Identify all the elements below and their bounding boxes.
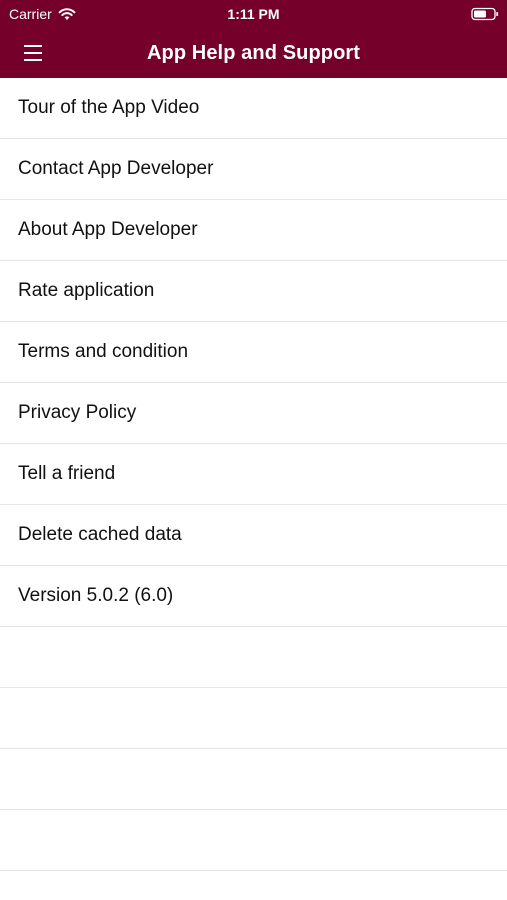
battery-icon <box>471 7 499 21</box>
menu-item-label: About App Developer <box>18 219 198 240</box>
menu-item-label: Privacy Policy <box>18 402 137 423</box>
menu-item-version: Version 5.0.2 (6.0) <box>0 566 507 627</box>
menu-item-tour-video[interactable]: Tour of the App Video <box>0 78 507 139</box>
version-label: Version 5.0.2 (6.0) <box>18 585 174 606</box>
menu-item-terms[interactable]: Terms and condition <box>0 322 507 383</box>
menu-item-label: Rate application <box>18 280 155 301</box>
menu-item-tell-a-friend[interactable]: Tell a friend <box>0 444 507 505</box>
menu-item-contact-developer[interactable]: Contact App Developer <box>0 139 507 200</box>
menu-item-label: Terms and condition <box>18 341 189 362</box>
menu-item-delete-cache[interactable]: Delete cached data <box>0 505 507 566</box>
empty-row <box>0 810 507 871</box>
empty-row <box>0 688 507 749</box>
menu-item-label: Tell a friend <box>18 463 116 484</box>
menu-item-label: Tour of the App Video <box>18 97 200 118</box>
help-menu-list: Tour of the App Video Contact App Develo… <box>0 78 507 871</box>
menu-item-label: Contact App Developer <box>18 158 214 179</box>
empty-row <box>0 627 507 688</box>
empty-row <box>0 749 507 810</box>
app-header: Carrier 1:11 PM App Help and Support <box>0 0 507 78</box>
status-time: 1:11 PM <box>227 6 280 22</box>
status-bar: Carrier 1:11 PM <box>0 0 507 28</box>
menu-item-rate-application[interactable]: Rate application <box>0 261 507 322</box>
menu-item-privacy-policy[interactable]: Privacy Policy <box>0 383 507 444</box>
page-title: App Help and Support <box>146 42 361 64</box>
navigation-bar: App Help and Support <box>0 28 507 78</box>
menu-item-label: Delete cached data <box>18 524 182 545</box>
menu-item-about-developer[interactable]: About App Developer <box>0 200 507 261</box>
